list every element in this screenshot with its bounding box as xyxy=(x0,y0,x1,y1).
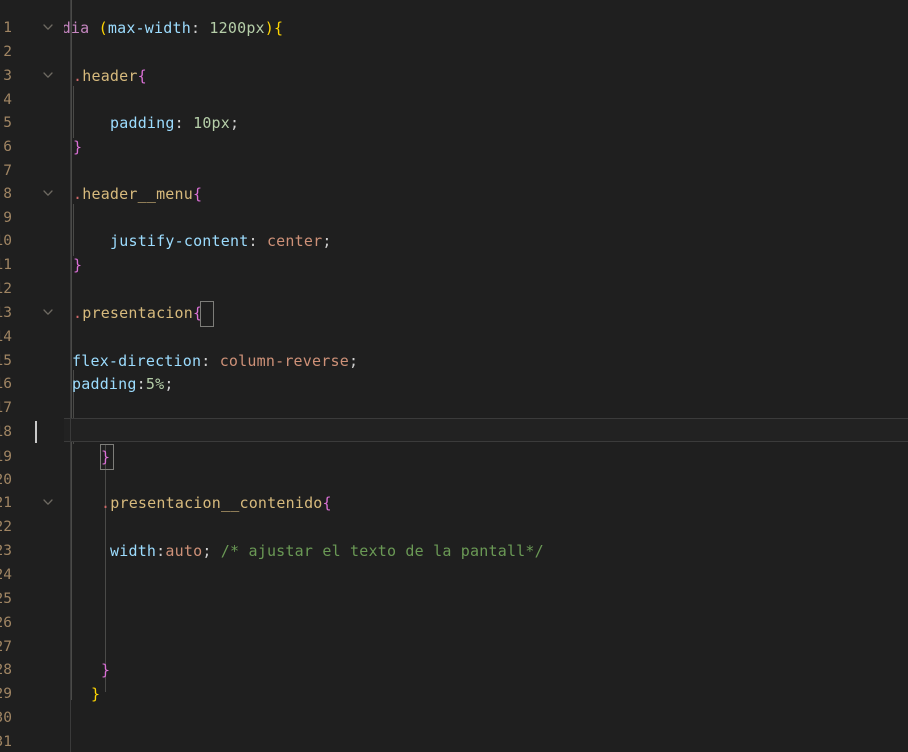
line-number: 18 xyxy=(0,424,12,440)
chevron-down-icon[interactable] xyxy=(40,182,56,206)
code-token: . xyxy=(73,304,83,322)
line-number: 20 xyxy=(0,472,12,488)
line-number: 2 xyxy=(3,44,12,60)
code-token: ; xyxy=(348,352,359,370)
line-number: 30 xyxy=(0,710,12,726)
code-token: justify-content xyxy=(110,232,249,250)
chevron-down-icon[interactable] xyxy=(40,64,56,88)
code-token: width xyxy=(110,542,157,560)
code-token: ; xyxy=(202,542,212,560)
code-token: { xyxy=(193,304,203,322)
line-number: 5 xyxy=(3,115,12,131)
code-token: { xyxy=(137,67,147,85)
code-token: } xyxy=(73,256,83,274)
code-token: column-reverse xyxy=(219,352,349,370)
code-token: padding xyxy=(72,375,137,393)
chevron-down-icon[interactable] xyxy=(40,491,56,515)
gutter-divider xyxy=(70,0,71,752)
code-token: { xyxy=(274,19,284,37)
line-number: 9 xyxy=(3,210,12,226)
line-number: 31 xyxy=(0,734,12,750)
line-number: 3 xyxy=(3,68,12,84)
line-number: 16 xyxy=(0,376,12,392)
code-token: . xyxy=(101,494,111,512)
line-number: 6 xyxy=(3,139,12,155)
code-token: : xyxy=(136,375,146,393)
code-token: } xyxy=(101,661,111,679)
code-token: ( xyxy=(98,19,108,37)
code-editor-pane[interactable]: @media (max-width: 1200px){.header{paddi… xyxy=(0,0,908,752)
code-token: presentacion__contenido xyxy=(110,494,323,512)
code-token: . xyxy=(73,67,83,85)
line-number: 27 xyxy=(0,639,12,655)
line-number: 21 xyxy=(0,495,12,511)
line-number: 22 xyxy=(0,519,12,535)
line-number: 28 xyxy=(0,662,12,678)
line-number: 7 xyxy=(3,163,12,179)
chevron-down-icon[interactable] xyxy=(40,301,56,325)
code-token: header xyxy=(82,67,138,85)
line-number: 10 xyxy=(0,233,12,249)
code-token: 1200px xyxy=(209,19,265,37)
line-number: 29 xyxy=(0,686,12,702)
line-number: 11 xyxy=(0,257,12,273)
line-number: 15 xyxy=(0,353,12,369)
line-number: 1 xyxy=(3,20,12,36)
code-token: /* ajustar el texto de la pantall*/ xyxy=(220,542,544,560)
line-number: 13 xyxy=(0,305,12,321)
code-token: center xyxy=(266,232,323,250)
code-token: 10px xyxy=(193,114,231,132)
code-token: . xyxy=(73,185,83,203)
code-token: : xyxy=(156,542,166,560)
code-content[interactable]: @media (max-width: 1200px){.header{paddi… xyxy=(0,0,908,752)
line-number: 8 xyxy=(3,186,12,202)
chevron-down-icon[interactable] xyxy=(40,16,56,40)
line-number: 14 xyxy=(0,329,12,345)
line-number: 24 xyxy=(0,567,12,583)
code-token: header__menu xyxy=(82,185,194,203)
code-token: } xyxy=(101,448,111,466)
code-token: : xyxy=(190,19,201,37)
code-token: auto xyxy=(165,542,203,560)
code-token: ; xyxy=(322,232,332,250)
line-number: 17 xyxy=(0,400,12,416)
code-token: } xyxy=(91,685,101,703)
line-number: 25 xyxy=(0,591,12,607)
code-token: { xyxy=(193,185,203,203)
code-token: } xyxy=(73,138,83,156)
code-token: 5% xyxy=(145,375,165,393)
code-token: ; xyxy=(164,375,174,393)
code-token: { xyxy=(322,494,332,512)
line-number: 23 xyxy=(0,543,12,559)
code-token: max-width xyxy=(107,19,191,37)
code-token: padding xyxy=(110,114,175,132)
code-token: ; xyxy=(230,114,240,132)
code-line[interactable]: width:auto; /* ajustar el texto de la pa… xyxy=(0,539,544,563)
text-cursor xyxy=(35,421,37,443)
code-token: presentacion xyxy=(82,304,194,322)
line-number: 26 xyxy=(0,615,12,631)
code-token: ) xyxy=(264,19,275,37)
code-token: : xyxy=(174,114,184,132)
code-token: : xyxy=(248,232,258,250)
editor-gutter[interactable]: 1234567891011121314151617181920212223242… xyxy=(0,0,64,752)
line-number: 12 xyxy=(0,281,12,297)
code-token: flex-direction xyxy=(72,352,202,370)
line-number: 4 xyxy=(3,92,12,108)
line-number: 19 xyxy=(0,449,12,465)
